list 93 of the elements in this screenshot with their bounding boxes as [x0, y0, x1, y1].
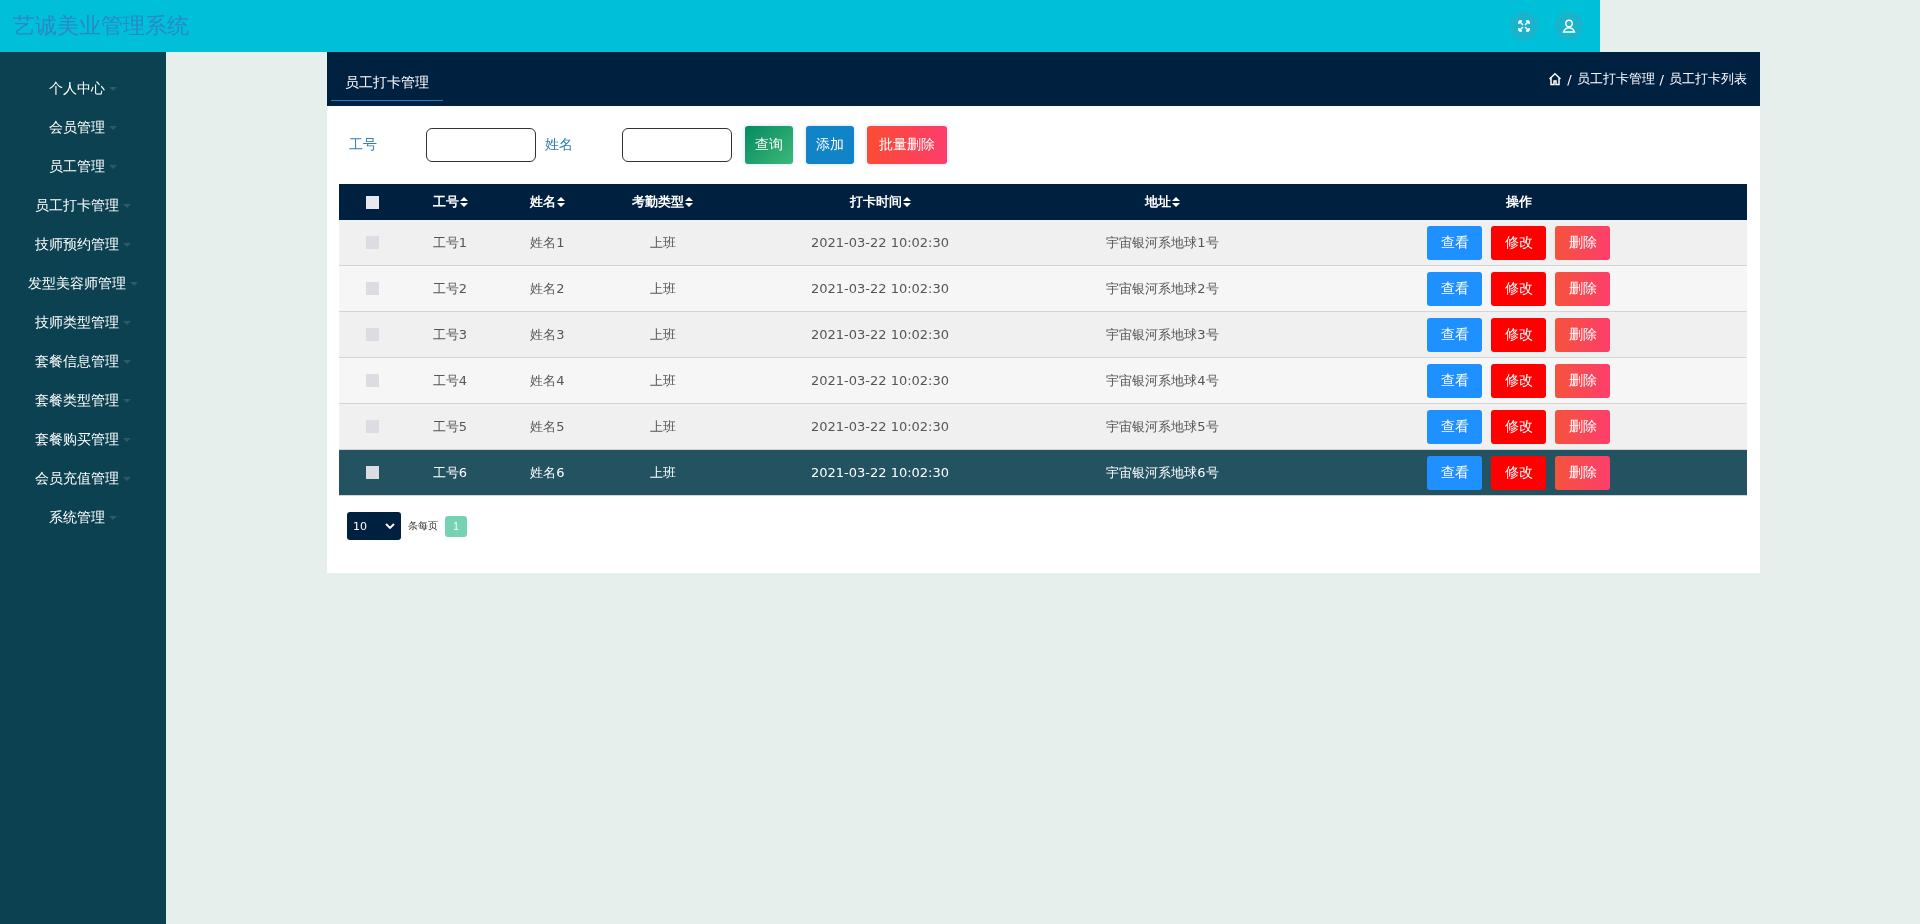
table-cell: 2021-03-22 10:02:30: [810, 465, 950, 480]
caret-icon: [109, 125, 117, 130]
breadcrumb-item[interactable]: 员工打卡管理: [1576, 70, 1655, 88]
sidebar-item[interactable]: 套餐类型管理: [0, 381, 166, 420]
table-row[interactable]: 工号1 姓名1 上班 2021-03-22 10:02:30 宇宙银河系地球1号 查看 修改 删除: [339, 220, 1747, 266]
app-title: 艺诚美业管理系统: [13, 12, 189, 40]
caret-icon: [109, 86, 117, 91]
page-size-label: 条每页: [408, 519, 438, 533]
table-cell: 上班: [649, 463, 676, 482]
column-header[interactable]: 操作: [1505, 193, 1532, 211]
table-cell: 2021-03-22 10:02:30: [810, 327, 950, 342]
table-cell: 宇宙银河系地球4号: [1106, 371, 1219, 390]
page-tab[interactable]: 员工打卡管理: [331, 63, 443, 101]
caret-icon: [109, 164, 117, 169]
caret-icon: [109, 515, 117, 520]
breadcrumb-separator: /: [1567, 71, 1572, 87]
table-cell: 宇宙银河系地球6号: [1106, 463, 1219, 482]
table-cell: 宇宙银河系地球1号: [1106, 233, 1219, 252]
table-row[interactable]: 工号3 姓名3 上班 2021-03-22 10:02:30 宇宙银河系地球3号 查看 修改 删除: [339, 312, 1747, 358]
caret-icon: [123, 242, 131, 247]
edit-button[interactable]: 修改: [1491, 225, 1546, 260]
fullscreen-icon[interactable]: [1510, 12, 1538, 40]
table-row[interactable]: 工号2 姓名2 上班 2021-03-22 10:02:30 宇宙银河系地球2号 查看 修改 删除: [339, 266, 1747, 312]
edit-button[interactable]: 修改: [1491, 455, 1546, 490]
caret-icon: [123, 476, 131, 481]
add-button[interactable]: 添加: [806, 126, 854, 164]
breadcrumb-separator: /: [1659, 71, 1664, 87]
table-cell: 姓名4: [530, 371, 565, 390]
column-header[interactable]: 考勤类型: [632, 193, 693, 211]
table-cell: 上班: [649, 371, 676, 390]
table-row[interactable]: 工号6 姓名6 上班 2021-03-22 10:02:30 宇宙银河系地球6号 查看 修改 删除: [339, 450, 1747, 496]
sidebar-item[interactable]: 技师预约管理: [0, 225, 166, 264]
table-row[interactable]: 工号5 姓名5 上班 2021-03-22 10:02:30 宇宙银河系地球5号 查看 修改 删除: [339, 404, 1747, 450]
column-header[interactable]: 姓名: [530, 193, 565, 211]
column-header[interactable]: 打卡时间: [849, 193, 911, 211]
table-cell: 工号5: [432, 417, 468, 436]
caret-icon: [123, 320, 131, 325]
field-label: 工号: [349, 136, 378, 154]
sidebar-item[interactable]: 个人中心: [0, 69, 166, 108]
chevron-down-icon: [385, 523, 395, 529]
table-cell: 工号3: [432, 325, 468, 344]
checkbox[interactable]: [365, 374, 379, 387]
input-field[interactable]: [622, 128, 732, 162]
table-cell: 姓名2: [530, 279, 565, 298]
home-icon[interactable]: [1548, 72, 1563, 86]
table-cell: 姓名1: [530, 233, 565, 252]
table-cell: 上班: [649, 417, 676, 436]
column-header[interactable]: 工号: [432, 193, 468, 211]
field-label: 姓名: [545, 136, 574, 154]
edit-button[interactable]: 修改: [1491, 363, 1546, 398]
user-icon[interactable]: [1555, 12, 1583, 40]
sidebar-item[interactable]: 会员管理: [0, 108, 166, 147]
sidebar-item[interactable]: 系统管理: [0, 498, 166, 537]
column-header[interactable]: 地址: [1145, 193, 1180, 211]
sidebar-item[interactable]: 员工管理: [0, 147, 166, 186]
sidebar-item[interactable]: 套餐信息管理: [0, 342, 166, 381]
table-cell: 上班: [649, 279, 676, 298]
checkbox[interactable]: [365, 282, 379, 295]
table-cell: 工号6: [432, 463, 468, 482]
table-cell: 姓名6: [530, 463, 565, 482]
table-cell: 2021-03-22 10:02:30: [810, 235, 950, 250]
table-cell: 上班: [649, 325, 676, 344]
table-cell: 宇宙银河系地球5号: [1106, 417, 1219, 436]
table-cell: 2021-03-22 10:02:30: [810, 281, 950, 296]
sidebar-item[interactable]: 套餐购买管理: [0, 420, 166, 459]
table-cell: 工号2: [432, 279, 468, 298]
table-cell: 工号1: [432, 233, 468, 252]
sidebar-item[interactable]: 技师类型管理: [0, 303, 166, 342]
table-row[interactable]: 工号4 姓名4 上班 2021-03-22 10:02:30 宇宙银河系地球4号 查看 修改 删除: [339, 358, 1747, 404]
sidebar-item[interactable]: 员工打卡管理: [0, 186, 166, 225]
sidebar-item[interactable]: 发型美容师管理: [0, 264, 166, 303]
checkbox[interactable]: [365, 195, 379, 209]
table-cell: 上班: [649, 233, 676, 252]
page-size-select[interactable]: 10: [347, 512, 401, 540]
checkbox[interactable]: [365, 466, 379, 479]
input-field[interactable]: [426, 128, 536, 162]
edit-button[interactable]: 修改: [1491, 271, 1546, 306]
edit-button[interactable]: 修改: [1491, 317, 1546, 352]
table-cell: 宇宙银河系地球2号: [1106, 279, 1219, 298]
table-cell: 2021-03-22 10:02:30: [810, 373, 950, 388]
edit-button[interactable]: 修改: [1491, 409, 1546, 444]
table-cell: 宇宙银河系地球3号: [1106, 325, 1219, 344]
table-cell: 姓名5: [530, 417, 565, 436]
table-cell: 工号4: [432, 371, 468, 390]
caret-icon: [130, 281, 138, 286]
breadcrumb-item[interactable]: 员工打卡列表: [1669, 70, 1747, 88]
caret-icon: [123, 359, 131, 364]
table-cell: 姓名3: [530, 325, 565, 344]
caret-icon: [123, 437, 131, 442]
table-cell: 2021-03-22 10:02:30: [810, 419, 950, 434]
sidebar-item[interactable]: 会员充值管理: [0, 459, 166, 498]
caret-icon: [123, 203, 131, 208]
caret-icon: [123, 398, 131, 403]
